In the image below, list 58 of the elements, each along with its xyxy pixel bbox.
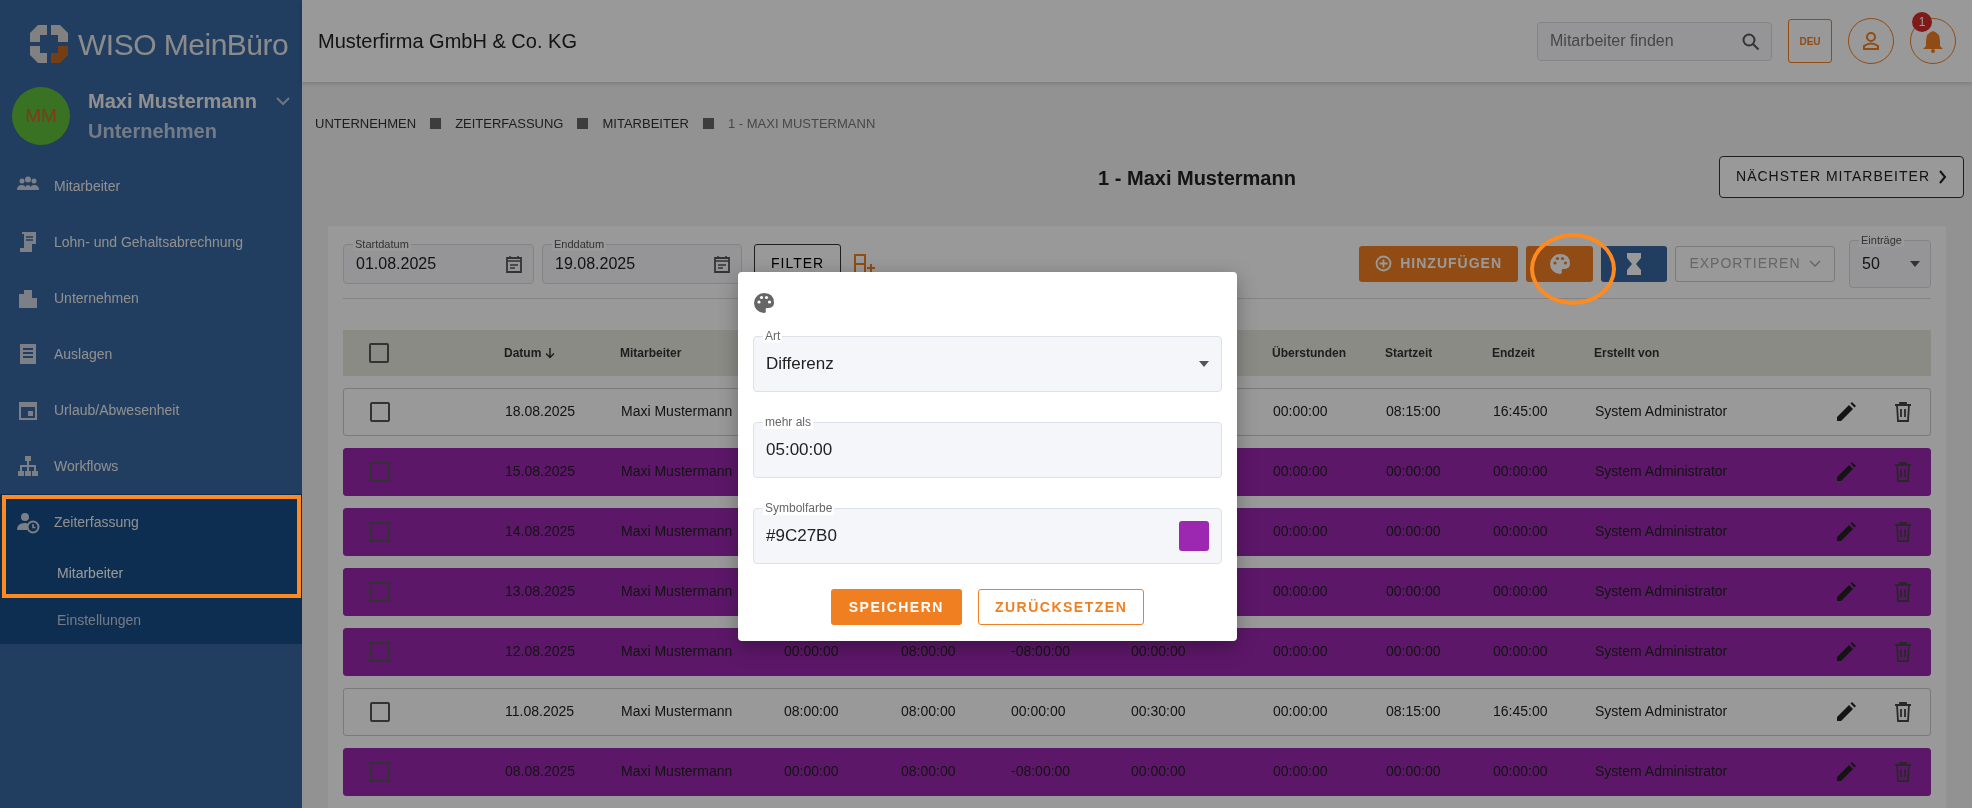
table-cell-text: -08:00:00 xyxy=(1011,762,1072,781)
table-cell-text: 00:00:00 xyxy=(1493,582,1549,601)
table-cell-text: 00:00:00 xyxy=(1493,522,1549,541)
table-cell-text: System Administrator xyxy=(1595,402,1729,421)
table-cell-text: 00:00:00 xyxy=(1011,702,1067,721)
table-cell-text: System Administrator xyxy=(1595,462,1729,481)
table-cell-text: 16:45:00 xyxy=(1493,402,1549,421)
table-cell-text: 11.08.2025 xyxy=(505,702,576,721)
table-cell-text: Maxi Mustermann xyxy=(621,582,734,601)
table-cell-text: 00:00:00 xyxy=(1493,462,1549,481)
table-cell-text: System Administrator xyxy=(1595,762,1729,781)
table-cell-text: 00:00:00 xyxy=(1273,642,1329,661)
table-cell-text: 08:15:00 xyxy=(1386,702,1442,721)
table-cell-text: 00:00:00 xyxy=(1273,462,1329,481)
table-cell-text: 15.08.2025 xyxy=(505,462,577,481)
table-cell-text: System Administrator xyxy=(1595,642,1729,661)
table-cell-text: 08:00:00 xyxy=(784,702,840,721)
table-cell-text: 00:00:00 xyxy=(1386,642,1442,661)
table-cell-text: System Administrator xyxy=(1595,522,1729,541)
table-cell-text: 08:15:00 xyxy=(1386,402,1442,421)
table-cell-text: 08:00:00 xyxy=(901,702,957,721)
table-cell-text: Maxi Mustermann xyxy=(621,462,734,481)
table-cell-text: 00:00:00 xyxy=(1131,642,1187,661)
table-cell-text: 08.08.2025 xyxy=(505,762,577,781)
table-cell-text: Maxi Mustermann xyxy=(621,642,734,661)
table-cell-text: 00:00:00 xyxy=(1386,462,1442,481)
table-cell-text: 00:00:00 xyxy=(784,762,840,781)
page-title: 1 - Maxi Mustermann xyxy=(1097,165,1296,190)
table-cell-text: 00:00:00 xyxy=(1273,582,1329,601)
table-cell-text: System Administrator xyxy=(1595,702,1729,721)
table-cell-text: 00:00:00 xyxy=(1273,702,1329,721)
table-cell-text: Maxi Mustermann xyxy=(621,702,734,721)
logo-text: WISO MeinBüro xyxy=(78,26,289,63)
user-company-label: Unternehmen xyxy=(88,119,218,144)
table-cell-text: 14.08.2025 xyxy=(505,522,577,541)
user-name: Maxi Mustermann xyxy=(88,89,258,114)
table-cell-text: 08:00:00 xyxy=(901,642,957,661)
table-cell-text: System Administrator xyxy=(1595,582,1729,601)
table-cell-text: 00:00:00 xyxy=(1273,762,1329,781)
table-cell-text: 00:00:00 xyxy=(1131,762,1187,781)
table-cell-text: 00:00:00 xyxy=(1273,522,1329,541)
table-cell-text: 16:45:00 xyxy=(1493,702,1549,721)
table-cell-text: 00:00:00 xyxy=(1386,522,1442,541)
table-cell-text: 00:00:00 xyxy=(1386,762,1442,781)
table-cell-text: -08:00:00 xyxy=(1011,642,1072,661)
table-cell-text: 00:00:00 xyxy=(1493,642,1549,661)
company-name: Musterfirma GmbH & Co. KG xyxy=(318,29,577,54)
table-cell-text: 00:00:00 xyxy=(1493,762,1549,781)
table-cell-text: 00:00:00 xyxy=(1386,582,1442,601)
table-cell-text: 13.08.2025 xyxy=(505,582,577,601)
notification-count: 1 xyxy=(1912,12,1932,32)
table-cell-text: 00:30:00 xyxy=(1131,702,1187,721)
table-cell-text: 00:00:00 xyxy=(784,642,840,661)
table-cell-text: 18.08.2025 xyxy=(505,402,577,421)
table-cell-text: 08:00:00 xyxy=(901,762,957,781)
table-cell-text: Maxi Mustermann xyxy=(621,762,734,781)
table-cell-text: 12.08.2025 xyxy=(505,642,577,661)
table-cell-text: 00:00:00 xyxy=(1273,402,1329,421)
